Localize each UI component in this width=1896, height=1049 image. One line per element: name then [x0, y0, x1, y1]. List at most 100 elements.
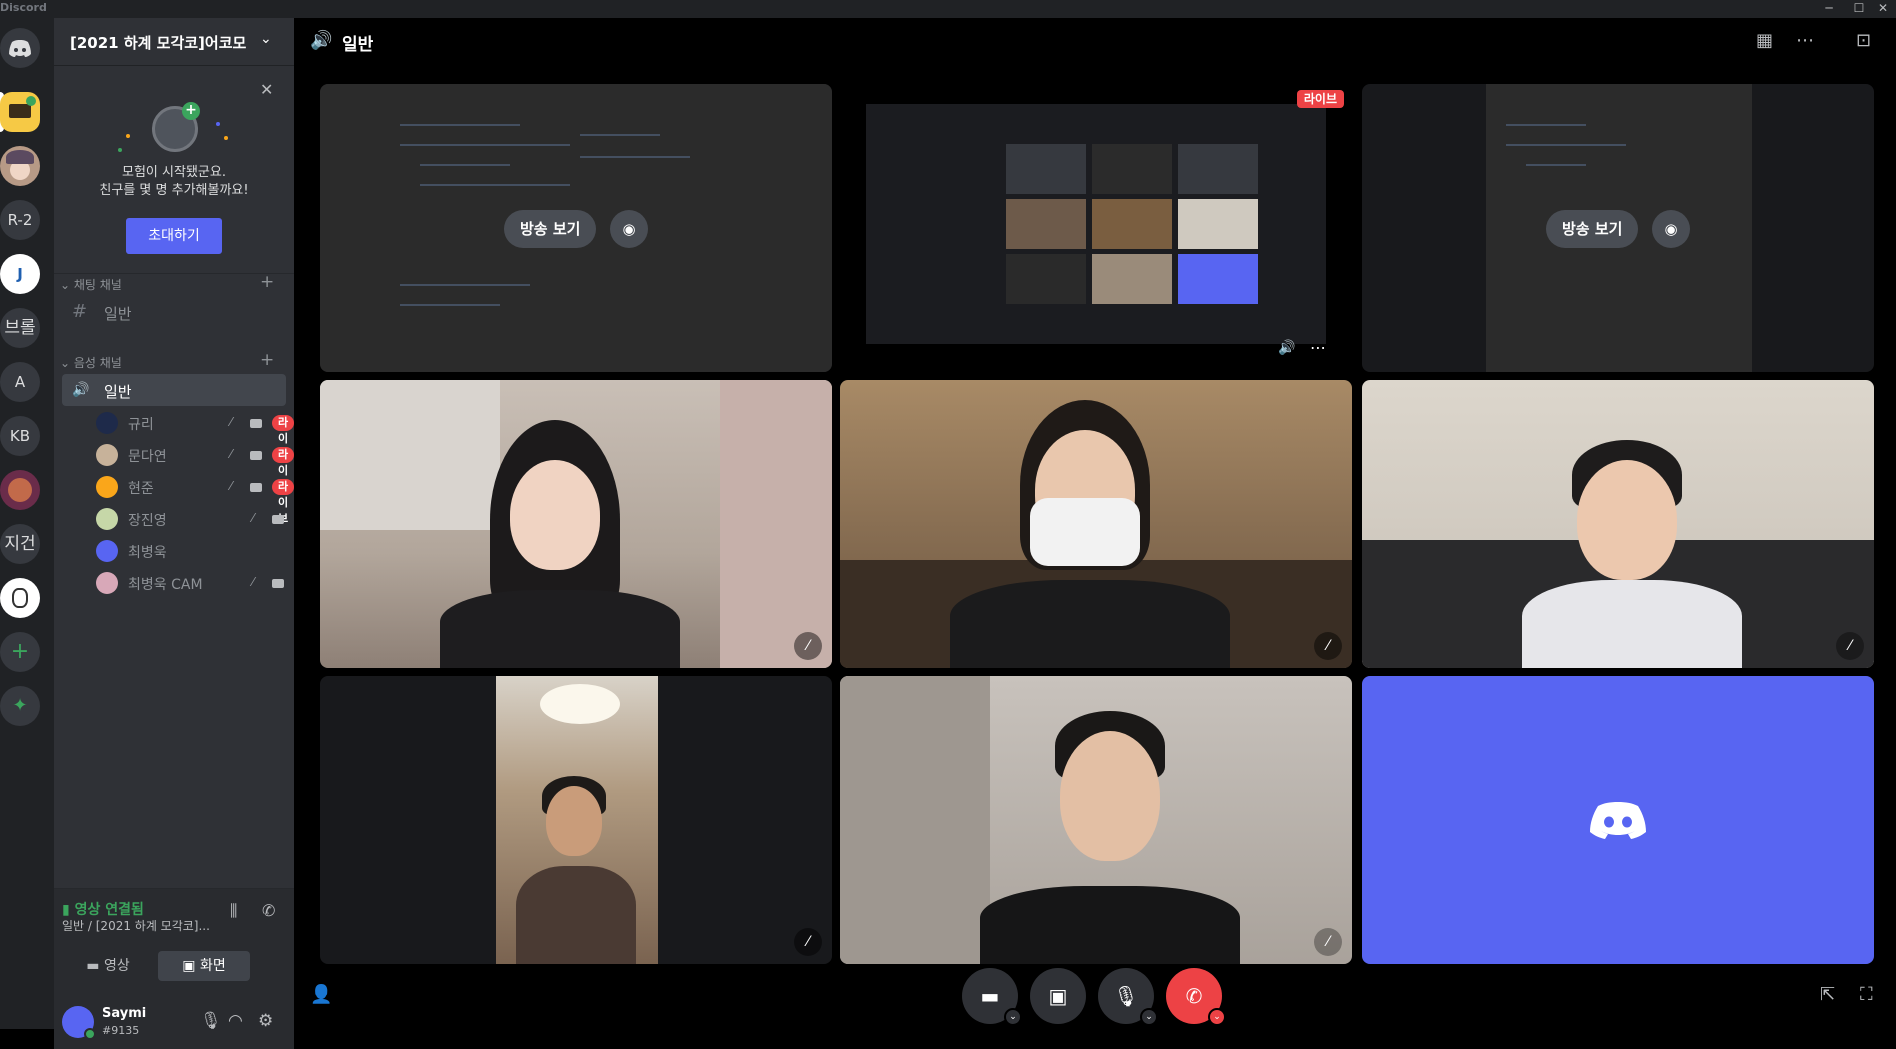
call-header: 🔊 일반 ▦ ⋯ ⊡ [294, 18, 1896, 66]
live-badge: 라이브 [272, 415, 295, 461]
discord-logo-icon [1590, 802, 1646, 839]
inbox-icon[interactable]: ⊡ [1856, 30, 1871, 51]
add-server-icon[interactable]: + [0, 632, 40, 672]
sparkle-icon [216, 122, 220, 126]
live-badge: 라이브 [1296, 90, 1344, 108]
mic-muted-icon: ⁄ [252, 575, 255, 589]
fullscreen-icon[interactable]: ⛶ [1860, 984, 1873, 1005]
settings-gear-icon[interactable]: ⚙ [258, 1011, 273, 1031]
server-laptop-icon[interactable] [0, 92, 40, 132]
grid-layout-icon[interactable]: ▦ [1756, 30, 1773, 51]
screen-label: 화면 [199, 958, 226, 974]
server-kb[interactable]: KB [0, 416, 40, 456]
maximize-icon[interactable]: ☐ [1846, 0, 1872, 18]
video-tile[interactable]: ⁄ [320, 676, 832, 964]
camera-toggle-button[interactable]: ▬ ⌄ [962, 968, 1022, 1026]
guild-header[interactable]: [2021 하계 모각코]어코모 ⌄ [54, 18, 294, 66]
voice-user-name: 규리 [128, 417, 154, 433]
voice-user[interactable]: 장진영 ⁄ [96, 506, 286, 532]
minimize-icon[interactable]: ─ [1816, 0, 1842, 18]
add-voice-channel-icon[interactable]: + [260, 350, 274, 370]
chevron-down-icon[interactable]: ⌄ [1140, 1008, 1158, 1026]
avatar [96, 412, 118, 434]
user-tag: #9135 [102, 1024, 140, 1037]
category-voice-channels[interactable]: ⌄ 음성 채널 [60, 354, 122, 371]
speaker-icon: 🔊 [72, 382, 90, 398]
server-jigeon[interactable]: 지건 [0, 524, 40, 564]
mic-muted-icon: ⁄ [230, 447, 233, 461]
voice-channel-name: 일반 [104, 383, 132, 401]
screen-share-button[interactable]: ▣ 화면 [158, 951, 250, 981]
video-tile[interactable]: ⁄ [840, 380, 1352, 668]
voice-user[interactable]: 최병욱 CAM ⁄ [96, 570, 286, 596]
server-rail: R-2 J 브롤 A KB 지건 + ✦ [0, 18, 54, 1029]
category-text-channels[interactable]: ⌄ 채팅 채널 [60, 276, 122, 293]
avatar [96, 540, 118, 562]
server-art-icon[interactable] [0, 470, 40, 510]
video-tile[interactable]: ⁄ [1362, 380, 1874, 668]
disconnect-icon[interactable]: ✆ [262, 901, 275, 920]
server-j[interactable]: J [0, 254, 40, 294]
camera-icon [250, 483, 262, 492]
home-button[interactable] [0, 28, 40, 68]
text-channel-general[interactable]: # 일반 [62, 296, 286, 328]
watch-stream-button[interactable]: 방송 보기 [504, 210, 597, 248]
server-a[interactable]: A [0, 362, 40, 402]
close-icon[interactable]: ✕ [260, 80, 273, 99]
stream-tile-live[interactable]: 라이브 🔊 ⋯ [840, 84, 1352, 372]
add-text-channel-icon[interactable]: + [260, 272, 274, 292]
leave-call-button[interactable]: ✆ ⌄ [1166, 968, 1226, 1026]
online-status-indicator [84, 1028, 96, 1040]
watch-stream-button[interactable]: 방송 보기 [1546, 210, 1639, 248]
add-friend-icon: + [182, 102, 200, 120]
stream-preview [866, 104, 1326, 344]
video-tile[interactable]: ⁄ [840, 676, 1352, 964]
call-controls: 👤 ▬ ⌄ ▣ 🎙 ⌄ ✆ ⌄ ⇱ ⛶ [294, 964, 1896, 1029]
connection-channel[interactable]: 일반 / [2021 하계 모각코]... [62, 917, 210, 934]
microphone-icon[interactable]: 🎙 [200, 1011, 222, 1031]
voice-user[interactable]: 현준 ⁄ 라이브 [96, 474, 295, 525]
video-grid-area: 🔊 일반 ▦ ⋯ ⊡ 방송 보기 ◉ 라이브 🔊 ⋯ 방송 보기 ◉ ⁄ ⁄ ⁄… [294, 18, 1896, 1029]
video-button[interactable]: ▬ 영상 [62, 951, 154, 981]
video-tile[interactable]: ⁄ [320, 380, 832, 668]
close-window-icon[interactable]: ✕ [1870, 0, 1896, 18]
server-r2[interactable]: R-2 [0, 200, 40, 240]
mic-muted-icon: ⁄ [794, 928, 822, 956]
chevron-down-icon[interactable]: ⌄ [1208, 1008, 1226, 1026]
more-options-icon[interactable]: ⋯ [1310, 338, 1326, 357]
camera-icon [272, 515, 284, 524]
server-sketch-icon[interactable] [0, 578, 40, 618]
user-name: Saymi [102, 1006, 147, 1021]
category-text-label: 채팅 채널 [73, 278, 122, 292]
voice-user-name: 현준 [128, 481, 154, 497]
mic-muted-icon: ⁄ [230, 479, 233, 493]
video-tile-avatar[interactable] [1362, 676, 1874, 964]
noise-suppression-icon[interactable]: ⫼ [230, 901, 237, 921]
volume-icon[interactable]: 🔊 [1278, 340, 1295, 356]
voice-user[interactable]: 규리 ⁄ 라이브 [96, 410, 295, 461]
connection-status: ▮ 영상 연결됨 [62, 899, 144, 919]
explore-icon[interactable]: ✦ [0, 686, 40, 726]
voice-user[interactable]: 최병욱 [96, 538, 286, 564]
stream-tile[interactable]: 방송 보기 ◉ [1362, 84, 1874, 372]
microphone-toggle-button[interactable]: 🎙 ⌄ [1098, 968, 1158, 1026]
voice-channel-general[interactable]: 🔊 일반 [62, 374, 286, 406]
guild-name: [2021 하계 모각코]어코모 [70, 34, 247, 52]
server-anime-icon[interactable] [0, 146, 40, 186]
eye-plus-icon[interactable]: ◉ [1652, 210, 1690, 248]
voice-user[interactable]: 문다연 ⁄ 라이브 [96, 442, 295, 493]
popout-icon[interactable]: ⇱ [1820, 984, 1835, 1005]
chevron-down-icon[interactable]: ⌄ [1004, 1008, 1022, 1026]
more-options-icon[interactable]: ⋯ [1796, 30, 1814, 51]
server-brawl[interactable]: 브롤 [0, 308, 40, 348]
avatar [96, 508, 118, 530]
invite-user-icon[interactable]: 👤 [310, 984, 332, 1005]
stream-tile[interactable]: 방송 보기 ◉ [320, 84, 832, 372]
mic-muted-icon: ⁄ [252, 511, 255, 525]
invite-button[interactable]: 초대하기 [126, 218, 222, 254]
eye-plus-icon[interactable]: ◉ [610, 210, 648, 248]
mic-muted-icon: ⁄ [1314, 928, 1342, 956]
screen-share-button[interactable]: ▣ [1030, 968, 1086, 1024]
headphones-icon[interactable]: ◠ [228, 1011, 243, 1031]
invite-line2: 친구를 몇 명 추가해볼까요! [99, 183, 249, 198]
